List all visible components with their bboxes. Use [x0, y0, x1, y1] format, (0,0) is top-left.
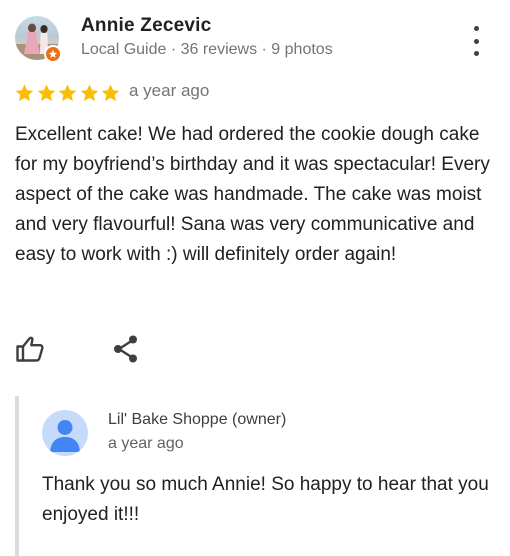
reviewer-meta[interactable]: Local Guide · 36 reviews · 9 photos — [81, 41, 333, 59]
owner-reply-text: Thank you so much Annie! So happy to hea… — [42, 474, 489, 525]
owner-reply-date: a year ago — [108, 435, 184, 452]
star-icon — [37, 84, 55, 102]
more-dot — [473, 38, 479, 44]
reviewer-avatar[interactable] — [15, 16, 63, 64]
star-icon — [101, 84, 120, 102]
reply-divider — [15, 396, 19, 556]
more-vert-icon[interactable] — [466, 26, 486, 56]
review-card: Annie Zecevic Local Guide · 36 reviews ·… — [0, 0, 510, 556]
review-text: Excellent cake! We had ordered the cooki… — [15, 124, 490, 265]
default-person-icon — [42, 410, 88, 456]
thumbs-up-icon[interactable] — [14, 332, 46, 364]
star-rating — [14, 83, 122, 103]
owner-name: Lil' Bake Shoppe (owner) — [108, 411, 287, 428]
review-date: a year ago — [129, 81, 210, 100]
star-icon — [58, 84, 77, 102]
star-icon — [80, 84, 98, 102]
more-dot — [473, 26, 479, 31]
reviewer-name[interactable]: Annie Zecevic — [81, 15, 211, 37]
more-dot — [473, 51, 479, 56]
star-icon — [15, 84, 34, 102]
local-guide-star-icon — [44, 45, 62, 63]
share-icon[interactable] — [112, 334, 140, 364]
